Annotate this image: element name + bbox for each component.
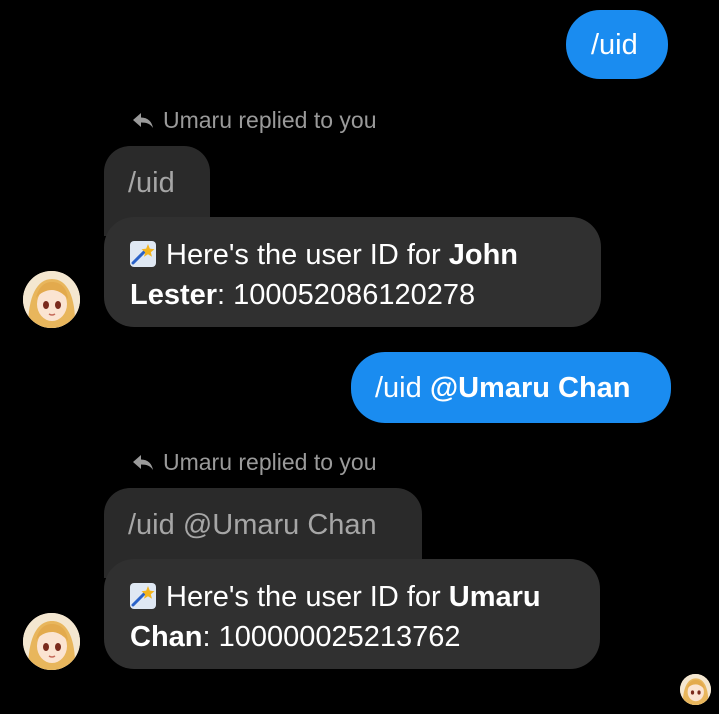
quoted-text: /uid [128, 167, 175, 199]
avatar[interactable] [23, 271, 80, 328]
reply-arrow-icon [133, 113, 153, 128]
user-id-text: : 100052086120278 [217, 279, 476, 311]
incoming-message-bubble[interactable]: Here's the user ID for John Lester: 1000… [104, 217, 601, 327]
message-text: /uid [375, 372, 430, 404]
reply-indicator: Umaru replied to you [131, 106, 377, 134]
read-receipt-avatar [680, 674, 711, 705]
reply-label: Umaru replied to you [163, 107, 377, 133]
bot-sparkle-icon [130, 580, 156, 609]
user-name-line1: Umaru [448, 581, 541, 613]
reply-label: Umaru replied to you [163, 449, 377, 475]
incoming-message-bubble[interactable]: Here's the user ID for Umaru Chan: 10000… [104, 559, 600, 669]
message-text: /uid [591, 29, 638, 61]
message-text: Here's the user ID for [166, 239, 449, 271]
reply-arrow-icon [133, 455, 153, 470]
user-name-line2: Lester [130, 279, 218, 311]
outgoing-message-bubble[interactable]: /uid @Umaru Chan [351, 352, 671, 423]
message-text: Here's the user ID for [166, 581, 449, 613]
avatar[interactable] [23, 613, 80, 670]
reply-indicator: Umaru replied to you [131, 448, 377, 476]
mention-text[interactable]: @Umaru Chan [430, 372, 631, 404]
read-receipt-image [680, 674, 711, 705]
user-name-line1: John [448, 239, 519, 271]
user-name-line2: Chan [130, 621, 203, 653]
avatar-image [23, 271, 80, 328]
user-id-text: : 100000025213762 [202, 621, 461, 653]
outgoing-message-bubble[interactable]: /uid [566, 10, 668, 79]
quoted-text: /uid @Umaru Chan [128, 509, 377, 541]
bot-sparkle-icon [130, 238, 156, 267]
avatar-image [23, 613, 80, 670]
